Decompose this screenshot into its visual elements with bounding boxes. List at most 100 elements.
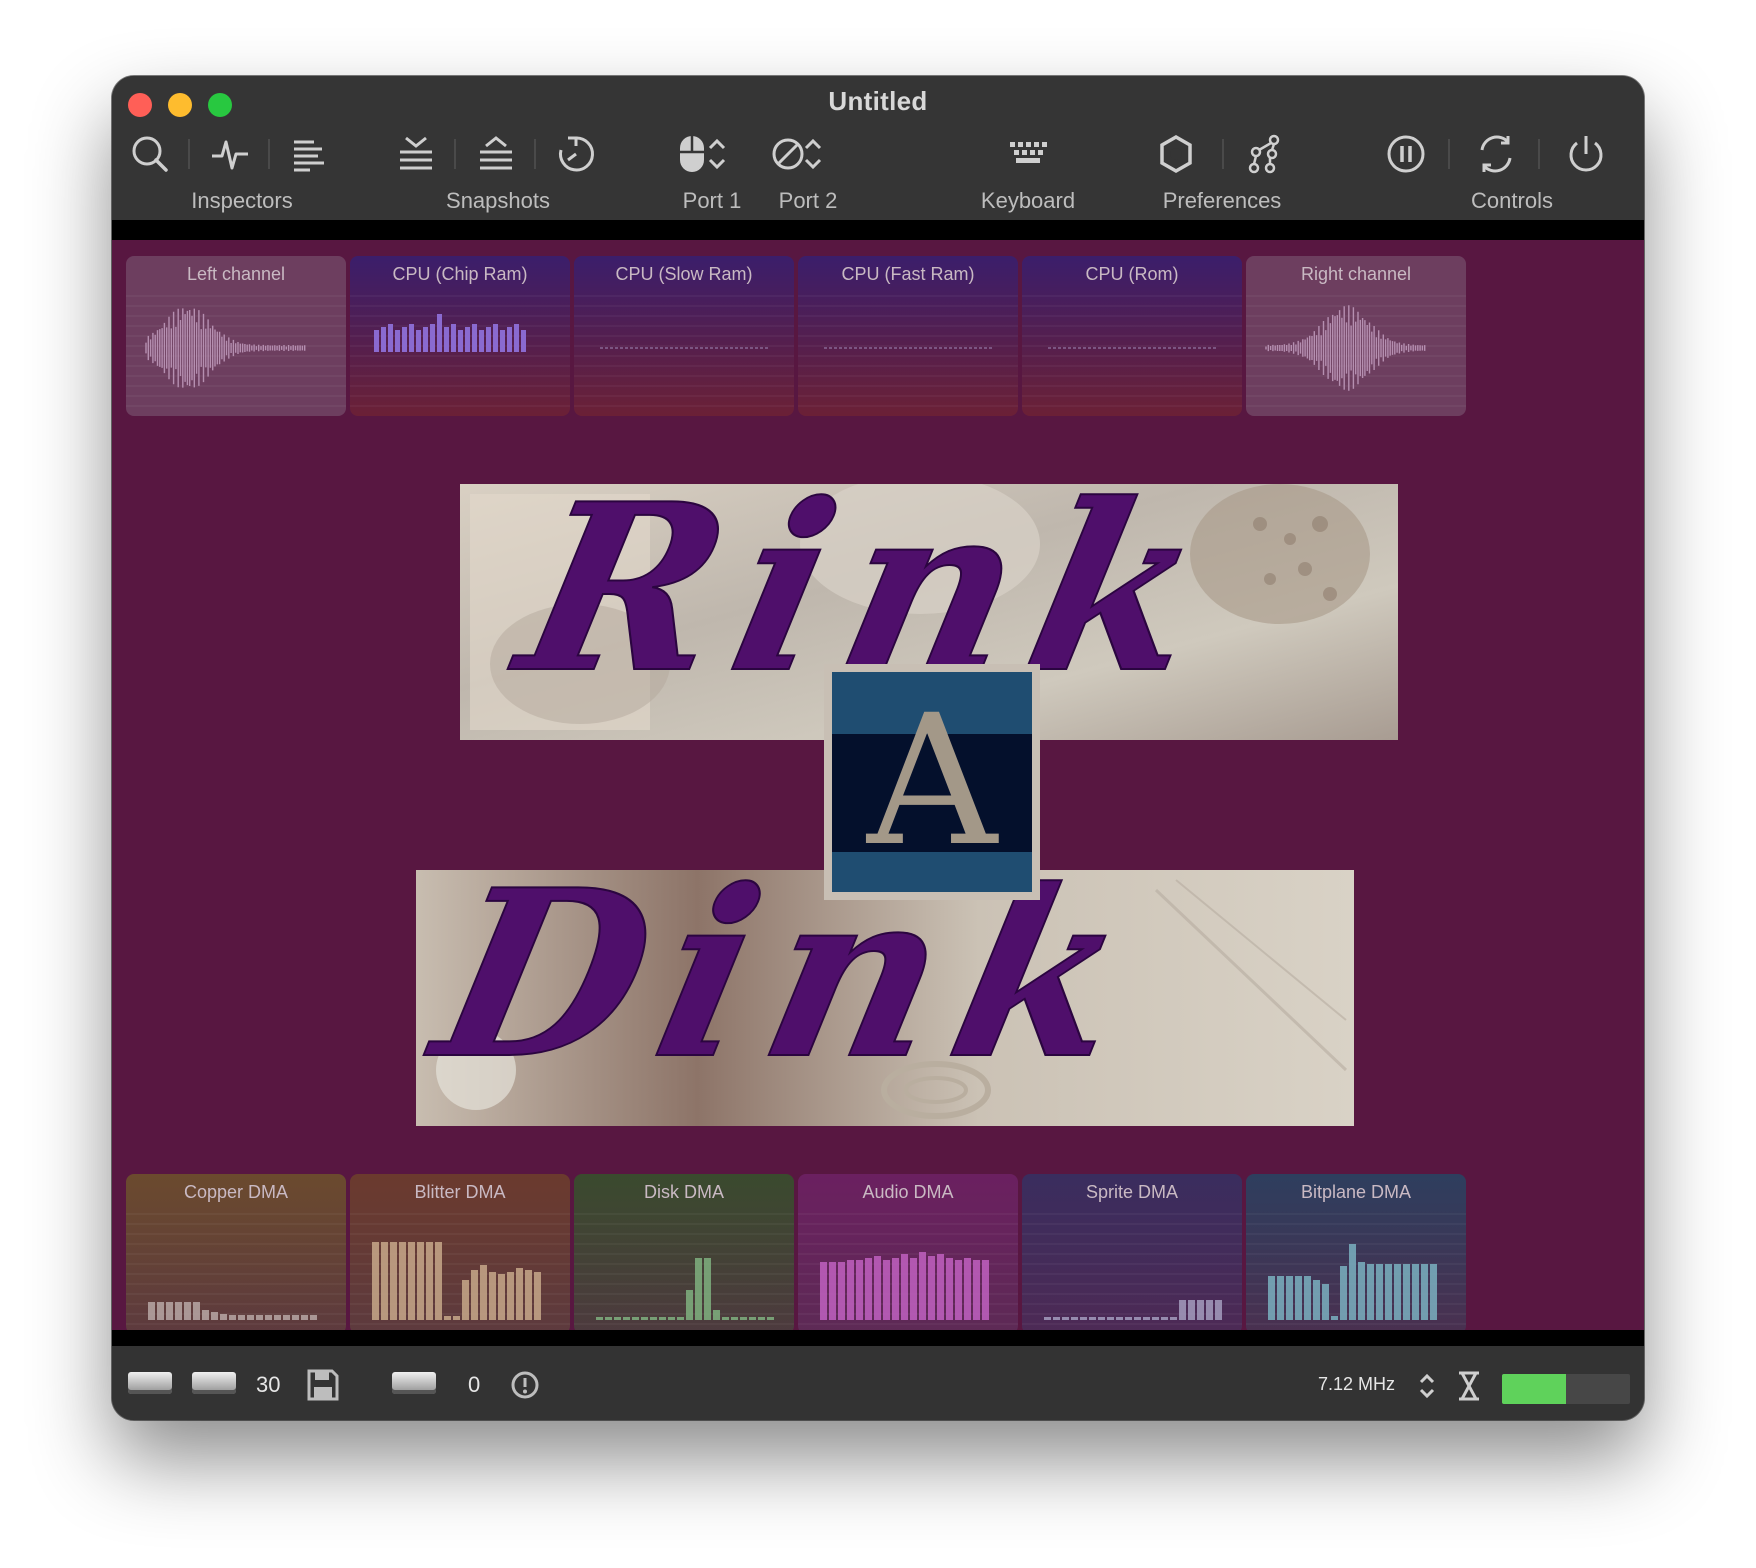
warning-icon[interactable]: [510, 1370, 540, 1400]
gear-icon[interactable]: [1152, 130, 1200, 178]
activity-bar: [409, 324, 414, 352]
dma-activity-bar: [623, 1317, 630, 1320]
dma-activity-bar: [1394, 1264, 1401, 1320]
top-2-monitor-panel[interactable]: CPU (Slow Ram): [574, 256, 794, 416]
dma-3-monitor-panel[interactable]: Audio DMA: [798, 1174, 1018, 1330]
dma-activity-bar: [444, 1316, 451, 1320]
dma-activity-bar: [955, 1260, 962, 1320]
window-title: Untitled: [828, 86, 928, 116]
dma-activity-bar: [238, 1315, 245, 1320]
dma-activity-bar: [534, 1272, 541, 1320]
dma-2-monitor-panel[interactable]: Disk DMA: [574, 1174, 794, 1330]
dma-activity-bar: [157, 1302, 164, 1320]
dma-activity-bar: [1286, 1276, 1293, 1320]
top-4-monitor-panel[interactable]: CPU (Rom): [1022, 256, 1242, 416]
dma-activity-bar: [1313, 1280, 1320, 1320]
dma-activity-bar: [1161, 1317, 1168, 1320]
dma-activity-bar: [973, 1260, 980, 1320]
port2-chevron-updown-icon[interactable]: [798, 130, 828, 178]
top-1-monitor-panel[interactable]: CPU (Chip Ram): [350, 256, 570, 416]
activity-bar: [437, 314, 442, 352]
dma-activity-bar: [856, 1260, 863, 1320]
activity-bar: [388, 324, 393, 352]
dma-activity-bar: [301, 1315, 308, 1320]
dma-activity-bar: [1188, 1300, 1195, 1320]
pause-icon[interactable]: [1382, 130, 1430, 178]
toolbar-separator: [1538, 139, 1540, 169]
dma-activity-bar: [1152, 1317, 1159, 1320]
dma-activity-bar: [614, 1317, 621, 1320]
df2-counter: 0: [468, 1372, 481, 1397]
dma-activity-bar: [1071, 1317, 1078, 1320]
floppy-disk-icon[interactable]: [306, 1368, 340, 1402]
activity-bar: [416, 330, 421, 352]
activity-bar: [458, 330, 463, 352]
settings-tree-icon[interactable]: [1240, 130, 1288, 178]
speed-meter-fill: [1502, 1374, 1566, 1404]
reset-icon[interactable]: [1472, 130, 1520, 178]
dma-activity-bar: [758, 1317, 765, 1320]
df1-counter: 30: [256, 1372, 281, 1397]
dma-activity-bar: [1385, 1264, 1392, 1320]
dma-3-monitor-label: Audio DMA: [862, 1182, 954, 1202]
dma-activity-bar: [946, 1258, 953, 1320]
rewind-icon[interactable]: [552, 130, 600, 178]
port1-chevron-updown-icon[interactable]: [702, 130, 732, 178]
df1-drive-icon[interactable]: [192, 1372, 236, 1394]
dma-activity-bar: [193, 1302, 200, 1320]
dma-1-monitor-panel[interactable]: Blitter DMA: [350, 1174, 570, 1330]
dma-5-monitor-panel[interactable]: Bitplane DMA: [1246, 1174, 1466, 1330]
top-5-monitor-label: Right channel: [1300, 264, 1412, 284]
dma-0-monitor-panel[interactable]: Copper DMA: [126, 1174, 346, 1330]
toolbar-separator: [268, 139, 270, 169]
dma-activity-bar: [399, 1242, 406, 1320]
waveform-icon[interactable]: [206, 130, 254, 178]
top-0-monitor-panel[interactable]: Left channel: [126, 256, 346, 416]
top-3-monitor-label: CPU (Fast Ram): [841, 264, 975, 284]
dma-activity-bar: [202, 1310, 209, 1320]
dma-activity-bar: [596, 1317, 603, 1320]
keyboard-icon[interactable]: [1004, 130, 1052, 178]
snapshot-save-icon[interactable]: [392, 130, 440, 178]
dma-activity-bar: [498, 1274, 505, 1320]
dma-activity-bar: [632, 1317, 639, 1320]
hourglass-icon[interactable]: [1456, 1370, 1482, 1402]
activity-bar: [500, 330, 505, 352]
dma-activity-bar: [659, 1317, 666, 1320]
toolbar-separator: [1448, 139, 1450, 169]
top-3-monitor-panel[interactable]: CPU (Fast Ram): [798, 256, 1018, 416]
activity-bar: [493, 324, 498, 352]
snapshot-restore-icon[interactable]: [472, 130, 520, 178]
align-left-icon[interactable]: [286, 130, 334, 178]
dma-activity-bar: [148, 1302, 155, 1320]
df0-drive-icon[interactable]: [128, 1372, 172, 1394]
df2-drive-icon[interactable]: [392, 1372, 436, 1394]
dma-activity-bar: [426, 1242, 433, 1320]
dma-1-monitor-label: Blitter DMA: [414, 1182, 506, 1202]
top-0-monitor-label: Left channel: [186, 264, 286, 284]
screen-border-top: [112, 220, 1644, 240]
dma-activity-bar: [408, 1242, 415, 1320]
activity-bar: [472, 324, 477, 352]
inspectors-label: Inspectors: [191, 188, 293, 213]
dma-4-monitor-panel[interactable]: Sprite DMA: [1022, 1174, 1242, 1330]
dma-activity-bar: [740, 1317, 747, 1320]
top-5-monitor-panel[interactable]: Right channel: [1246, 256, 1466, 416]
dma-activity-bar: [964, 1258, 971, 1320]
dma-activity-bar: [910, 1258, 917, 1320]
dma-activity-bar: [1376, 1264, 1383, 1320]
dma-activity-bar: [1125, 1317, 1132, 1320]
dma-activity-bar: [767, 1317, 774, 1320]
screen-border-bottom: [112, 1330, 1644, 1346]
emulator-screen[interactable]: Left channel CPU (Chip Ram) CPU (Slow Ram)…: [112, 240, 1644, 1330]
activity-bar: [395, 330, 400, 352]
search-icon[interactable]: [126, 130, 174, 178]
dma-activity-bar: [381, 1242, 388, 1320]
dma-activity-bar: [1367, 1264, 1374, 1320]
dma-activity-bar: [1089, 1317, 1096, 1320]
dma-activity-bar: [1403, 1264, 1410, 1320]
dma-activity-bar: [874, 1256, 881, 1320]
power-icon[interactable]: [1562, 130, 1610, 178]
clock-speed-stepper-icon[interactable]: [1416, 1370, 1438, 1402]
dma-activity-bar: [1143, 1317, 1150, 1320]
